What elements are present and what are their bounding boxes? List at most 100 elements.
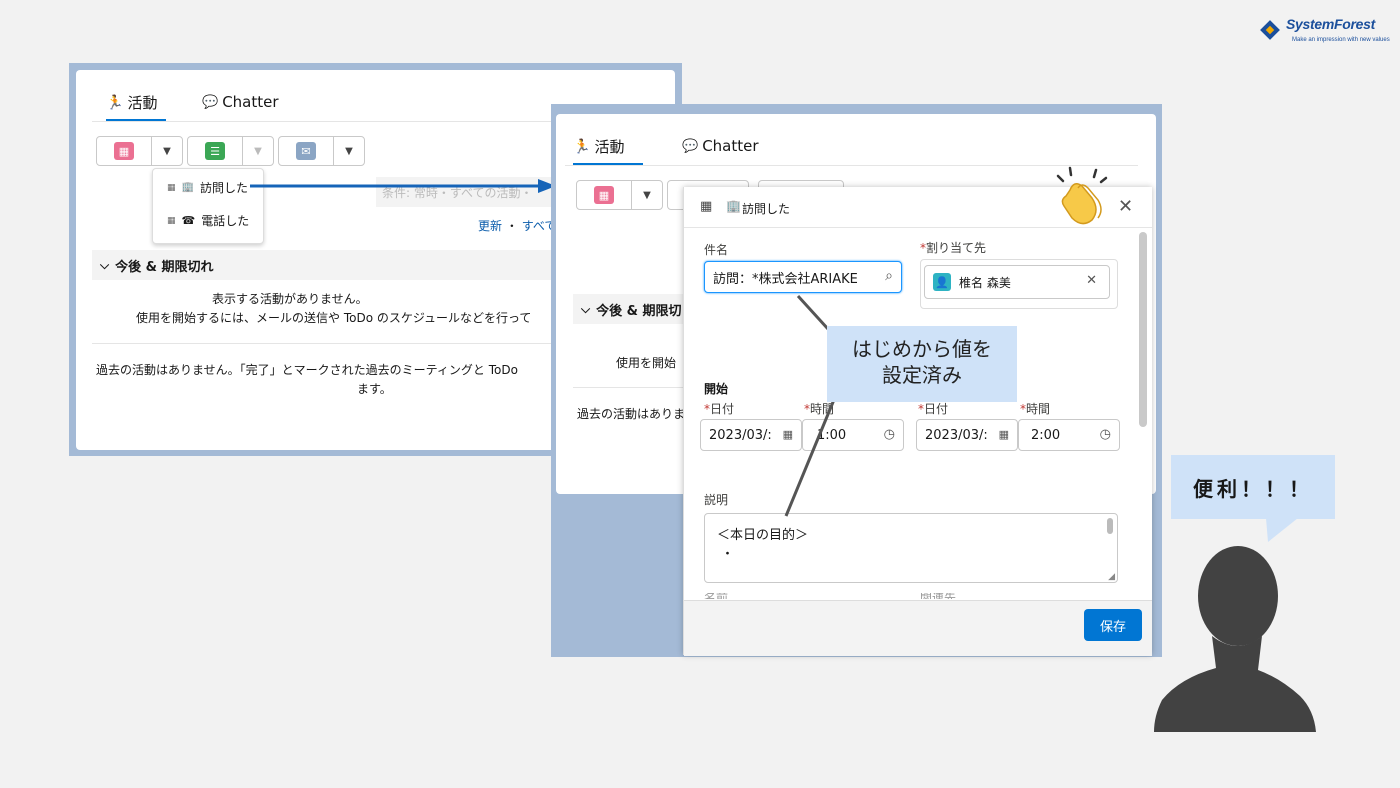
left-new-task-group[interactable]: ☰ ▼ xyxy=(187,136,274,166)
new-event-modal: ▦ 🏢 訪問した ✕ 件名 訪問：*株式会社ARIAKE ⌕ *割り当て先 👤 … xyxy=(683,187,1152,656)
calendar-icon[interactable]: ▦ xyxy=(114,142,134,160)
past-line-2: ます。 xyxy=(357,382,392,396)
calendar-icon[interactable]: ▦ xyxy=(594,186,614,204)
assign-label-text: 割り当て先 xyxy=(926,241,987,255)
right-tab-activity[interactable]: 🏃 活動 xyxy=(573,136,643,166)
date-label-text: 日付 xyxy=(924,402,949,416)
user-icon: 👤 xyxy=(933,273,951,291)
menu-calendar-icon: ▦ xyxy=(167,182,176,193)
building-icon: 🏢 xyxy=(181,182,194,193)
menu-item-visit-label: 訪問した xyxy=(199,181,248,195)
left-new-event-group[interactable]: ▦ ▼ xyxy=(96,136,183,166)
email-icon[interactable]: ✉ xyxy=(296,142,316,160)
brand-logo: SystemForest Make an impression with new… xyxy=(1258,16,1390,50)
menu-calendar-icon: ▦ xyxy=(167,215,176,226)
chatter-bubble-icon: 💬 xyxy=(682,138,699,154)
subject-input[interactable]: 訪問：*株式会社ARIAKE ⌕ xyxy=(704,261,902,293)
phone-icon: ☎ xyxy=(181,214,196,227)
cut-label-name: 名前 xyxy=(704,593,728,599)
event-type-dropdown-menu: ▦ 🏢 訪問した ▦ ☎ 電話した xyxy=(152,168,264,244)
clapping-hands-svg xyxy=(1056,166,1108,225)
calendar-picker-icon[interactable]: ▦ xyxy=(999,428,1009,441)
empty-line-2: 使用を開始するには、メールの送信や ToDo のスケジュールなどを行って xyxy=(136,311,532,325)
person-silhouette-icon xyxy=(1154,546,1316,732)
activity-runner-icon: 🏃 xyxy=(573,138,591,155)
speech-bubble-text: 便利！！！ xyxy=(1193,476,1313,501)
right-tab-chatter[interactable]: 💬 Chatter xyxy=(682,137,759,155)
end-time-input[interactable]: 2:00 ◷ xyxy=(1018,419,1120,451)
assign-pill[interactable]: 👤 椎名 森美 ✕ xyxy=(924,265,1110,299)
description-line-2: ・ xyxy=(721,547,735,562)
right-divider xyxy=(573,387,685,388)
chevron-down-icon: ⌵ xyxy=(100,257,110,272)
tab-activity-label: 活動 xyxy=(127,94,158,112)
textarea-scrollbar[interactable] xyxy=(1107,518,1113,534)
email-dropdown-chevron-icon[interactable]: ▼ xyxy=(334,137,364,165)
past-line-1: 過去の活動はありません。「完了」とマークされた過去のミーティングと ToDo xyxy=(96,363,518,377)
brand-name: SystemForest xyxy=(1286,16,1375,32)
refresh-links: 更新 ・ すべて xyxy=(478,217,556,234)
tab-chatter-label: Chatter xyxy=(702,137,759,155)
date-label-text: 日付 xyxy=(710,402,735,416)
description-textarea[interactable]: ＜本日の目的＞ ・ ◢ xyxy=(704,513,1118,583)
link-separator: ・ xyxy=(505,219,518,233)
transition-arrow xyxy=(250,179,556,193)
end-time-label: *時間 xyxy=(1020,402,1051,416)
remove-assignee-icon[interactable]: ✕ xyxy=(1086,273,1097,288)
end-time-value: 2:00 xyxy=(1031,427,1061,443)
subject-label: 件名 xyxy=(704,243,729,257)
refresh-link[interactable]: 更新 xyxy=(478,219,502,233)
resize-handle-icon[interactable]: ◢ xyxy=(1108,572,1115,582)
event-dropdown-chevron-icon[interactable]: ▼ xyxy=(152,137,182,165)
subject-value: 訪問：*株式会社ARIAKE xyxy=(713,271,858,287)
search-icon[interactable]: ⌕ xyxy=(885,268,893,284)
modal-calendar-icon: ▦ xyxy=(700,199,713,214)
callout-line-1: はじめから値を xyxy=(852,337,992,361)
logo-diamond-icon xyxy=(1260,20,1280,40)
start-date-label: *日付 xyxy=(704,402,735,416)
clapping-hands-icon xyxy=(1052,166,1112,228)
left-tab-chatter[interactable]: 💬 Chatter xyxy=(202,93,279,111)
clock-icon[interactable]: ◷ xyxy=(884,427,895,442)
chevron-down-icon: ⌵ xyxy=(581,301,591,316)
chatter-bubble-icon: 💬 xyxy=(202,94,219,110)
section-title: 今後 & 期限切れ xyxy=(115,259,214,275)
task-icon[interactable]: ☰ xyxy=(205,142,225,160)
section-title: 今後 & 期限切 xyxy=(596,303,682,319)
start-date-value: 2023/03/: xyxy=(709,427,772,443)
end-date-input[interactable]: 2023/03/: ▦ xyxy=(916,419,1018,451)
activity-runner-icon: 🏃 xyxy=(106,94,124,111)
right-past-text: 過去の活動はありま xyxy=(577,407,686,421)
tab-activity-label: 活動 xyxy=(594,138,625,156)
menu-item-visit[interactable]: ▦ 🏢 訪問した xyxy=(167,179,248,196)
right-new-event-group[interactable]: ▦ ▼ xyxy=(576,180,663,210)
end-date-value: 2023/03/: xyxy=(925,427,988,443)
tab-chatter-label: Chatter xyxy=(222,93,279,111)
event-dropdown-chevron-icon[interactable]: ▼ xyxy=(632,181,662,209)
left-email-group[interactable]: ✉ ▼ xyxy=(278,136,365,166)
start-label: 開始 xyxy=(704,382,729,396)
end-date-label: *日付 xyxy=(918,402,949,416)
right-upcoming-section-header[interactable]: ⌵ 今後 & 期限切 xyxy=(573,294,693,324)
left-tab-activity[interactable]: 🏃 活動 xyxy=(106,92,166,122)
left-upcoming-section-header[interactable]: ⌵ 今後 & 期限切れ xyxy=(92,250,560,280)
callout-box: はじめから値を 設定済み xyxy=(827,326,1017,402)
menu-item-call-label: 電話した xyxy=(201,214,250,228)
save-button[interactable]: 保存 xyxy=(1084,609,1142,641)
callout-line-2: 設定済み xyxy=(882,363,962,387)
speech-bubble: 便利！！！ xyxy=(1171,455,1335,519)
modal-footer xyxy=(684,600,1152,656)
right-empty-text: 使用を開始 xyxy=(616,356,677,370)
assign-label: *割り当て先 xyxy=(920,241,987,255)
close-icon[interactable]: ✕ xyxy=(1118,196,1133,217)
cut-label-related: 関連先 xyxy=(920,593,956,599)
modal-scrollbar[interactable] xyxy=(1139,232,1147,427)
clock-icon[interactable]: ◷ xyxy=(1100,427,1111,442)
brand-tagline: Make an impression with new values xyxy=(1292,37,1390,43)
menu-item-call[interactable]: ▦ ☎ 電話した xyxy=(167,212,249,229)
left-divider xyxy=(92,343,552,344)
task-dropdown-chevron-icon[interactable]: ▼ xyxy=(243,137,273,165)
building-icon: 🏢 xyxy=(726,199,741,213)
time-label-text: 時間 xyxy=(1026,402,1051,416)
modal-title: 訪問した xyxy=(742,202,791,216)
